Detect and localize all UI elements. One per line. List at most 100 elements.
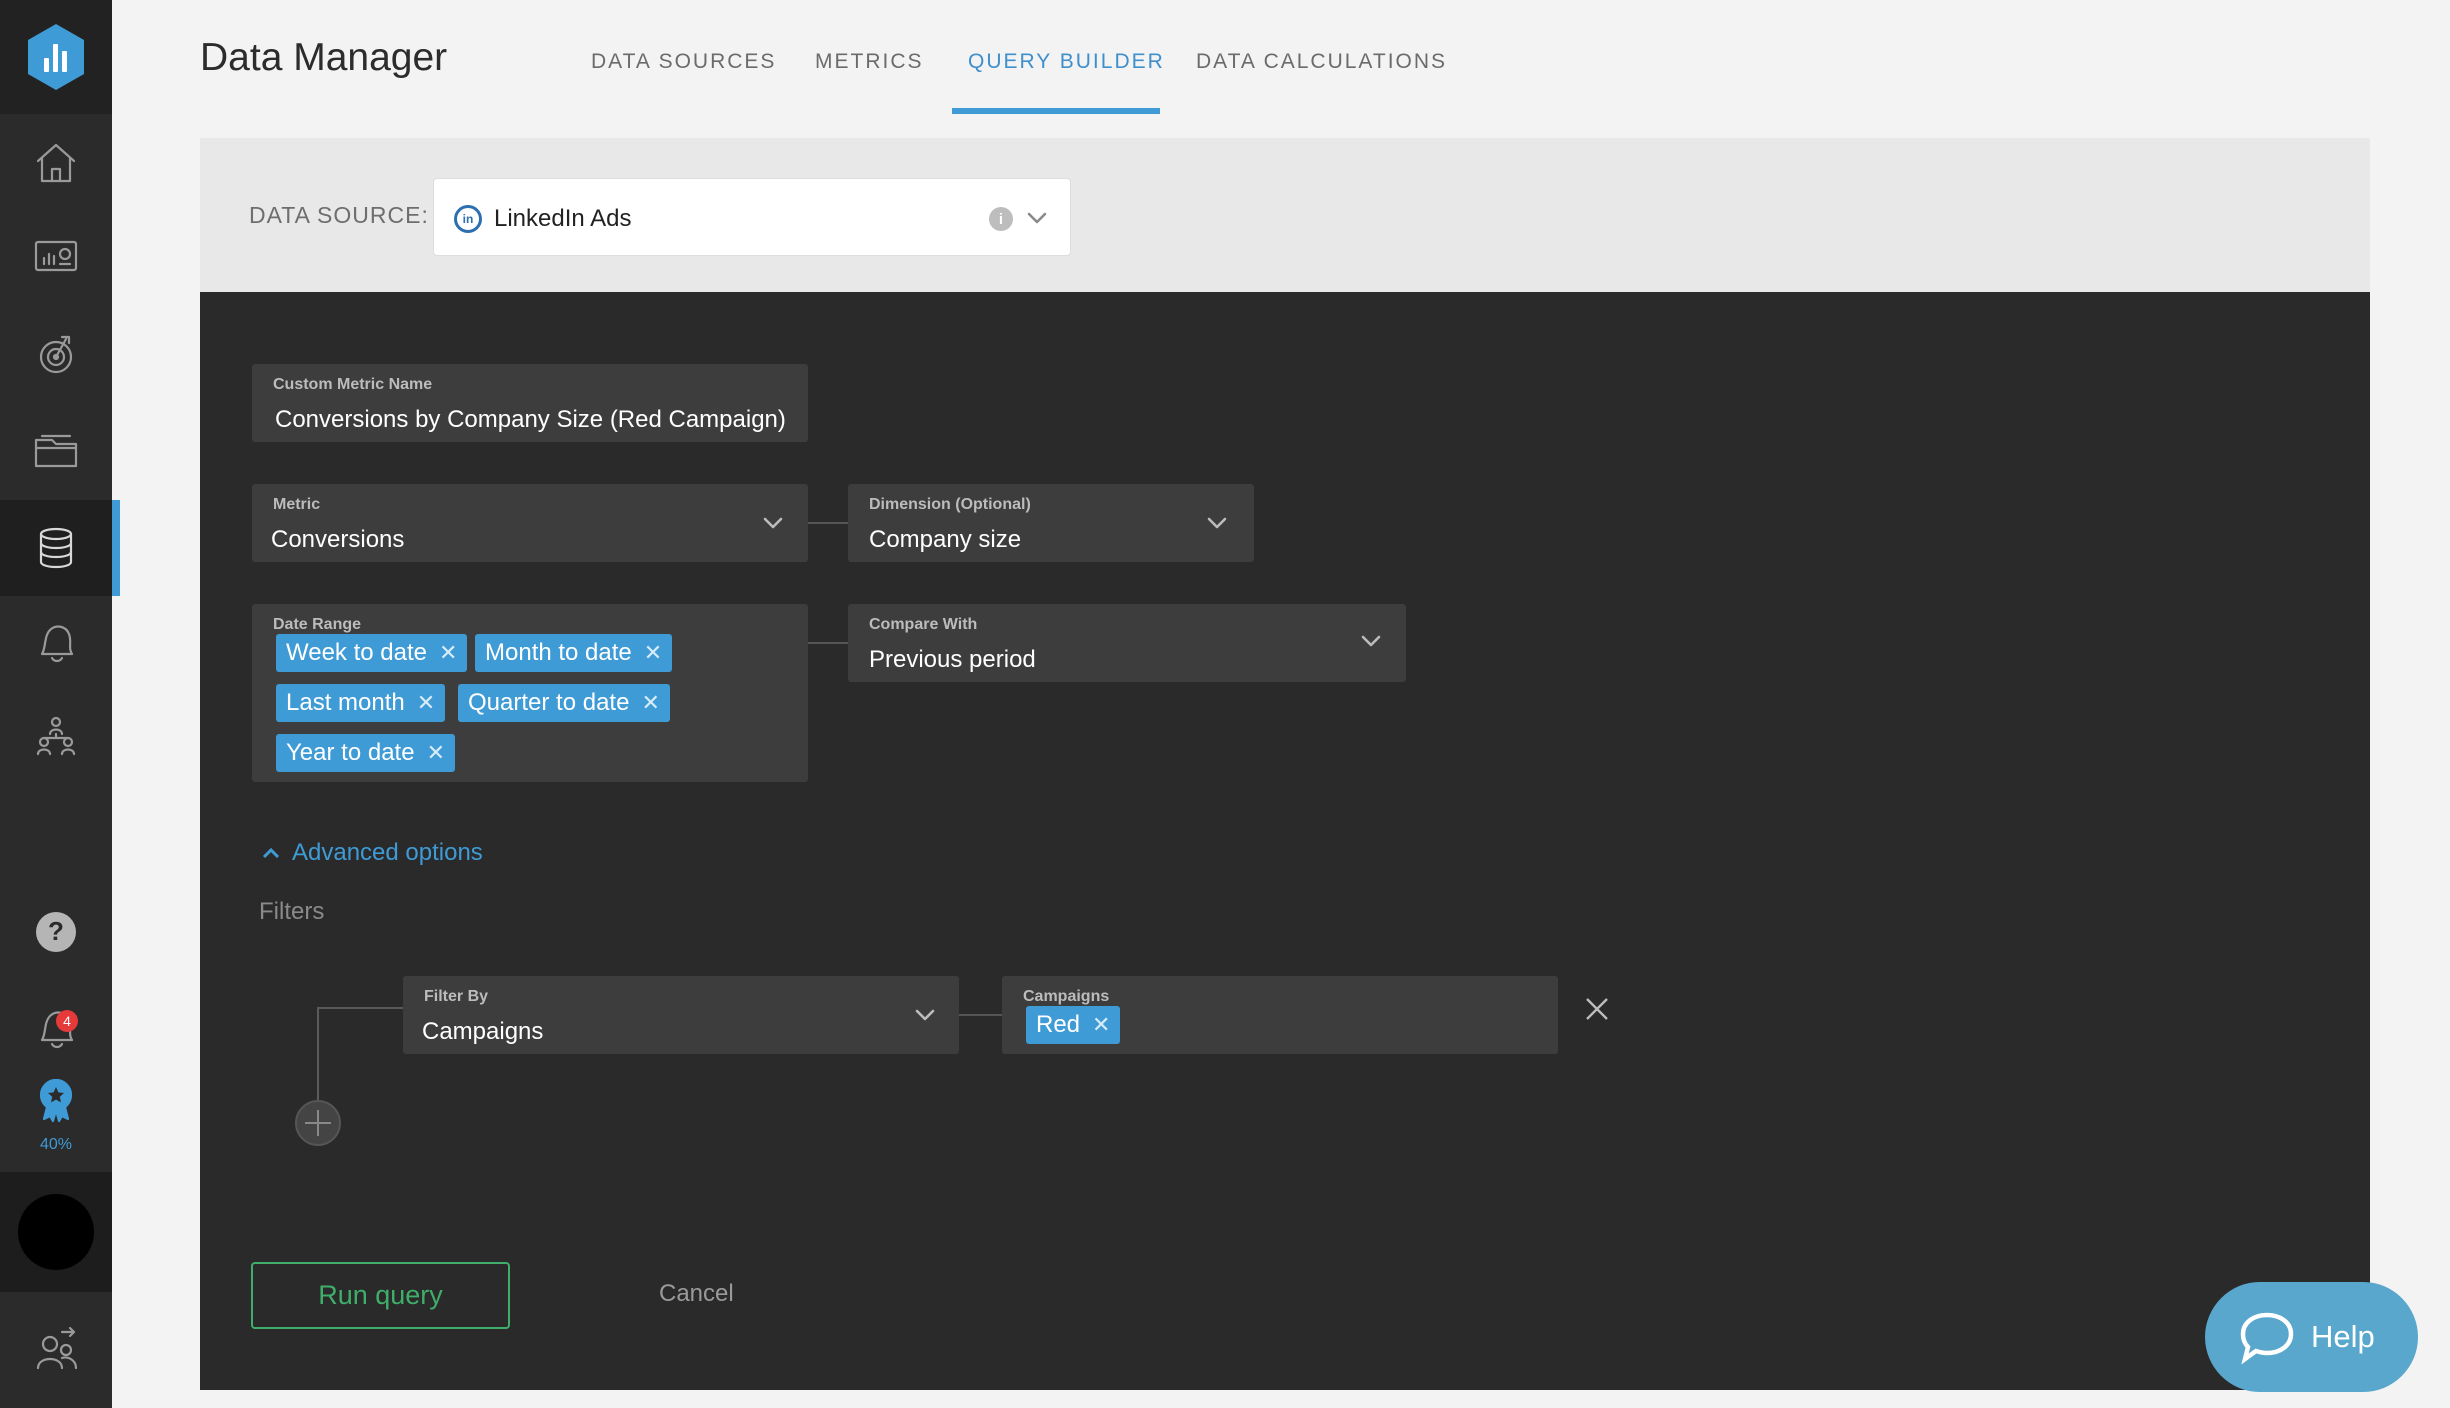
sidebar-item-team[interactable] <box>0 690 112 786</box>
info-icon[interactable]: i <box>989 207 1013 231</box>
remove-chip-icon[interactable]: ✕ <box>439 640 457 666</box>
chevron-down-icon <box>1358 628 1384 654</box>
filters-label: Filters <box>259 898 325 925</box>
date-range-select[interactable]: Date Range Week to date ✕ Month to date ✕ … <box>252 604 808 782</box>
compare-with-value: Previous period <box>869 646 1036 673</box>
remove-chip-icon[interactable]: ✕ <box>417 690 435 716</box>
chat-bubble-icon <box>2240 1312 2294 1365</box>
filter-by-select[interactable]: Filter By Campaigns <box>403 976 959 1054</box>
sidebar-item-home[interactable] <box>0 115 112 211</box>
chevron-down-icon <box>912 1002 938 1028</box>
campaigns-label: Campaigns <box>1023 988 1110 1005</box>
custom-metric-name-field[interactable]: Custom Metric Name Conversions by Compan… <box>252 364 808 442</box>
filter-tree-line <box>317 1007 319 1104</box>
notifications-button[interactable]: 4 <box>0 980 112 1076</box>
goals-icon <box>39 335 73 374</box>
home-icon <box>36 143 76 183</box>
question-icon: ? <box>36 912 76 952</box>
filter-tree-line <box>317 1007 403 1009</box>
help-center-button[interactable]: ? <box>0 884 112 980</box>
chip-label: Last month <box>286 689 405 716</box>
date-range-chip[interactable]: Month to date ✕ <box>475 634 673 672</box>
data-source-value: LinkedIn Ads <box>494 205 632 232</box>
help-label: Help <box>2311 1319 2375 1354</box>
add-filter-button[interactable] <box>295 1100 341 1146</box>
metric-value: Conversions <box>271 526 405 553</box>
dimension-select[interactable]: Dimension (Optional) Company size <box>848 484 1254 562</box>
remove-chip-icon[interactable]: ✕ <box>641 690 659 716</box>
plus-icon <box>305 1110 331 1136</box>
data-source-select[interactable]: in LinkedIn Ads i <box>433 178 1071 256</box>
linkedin-icon: in <box>454 205 482 233</box>
chip-label: Quarter to date <box>468 689 630 716</box>
data-source-label: DATA SOURCE: <box>249 202 429 228</box>
notification-count-badge: 4 <box>56 1010 78 1032</box>
campaign-chip[interactable]: Red ✕ <box>1026 1006 1121 1044</box>
date-range-chip[interactable]: Last month ✕ <box>276 684 446 722</box>
top-header: Data Manager DATA SOURCES METRICS QUERY … <box>112 0 2450 114</box>
sidebar-item-alerts[interactable] <box>0 594 112 690</box>
filter-by-value: Campaigns <box>422 1018 544 1045</box>
active-tab-indicator <box>952 108 1160 114</box>
badge-icon <box>39 1078 73 1123</box>
campaigns-select[interactable]: Campaigns Red ✕ <box>1002 976 1558 1054</box>
date-range-label: Date Range <box>273 616 362 633</box>
metric-select[interactable]: Metric Conversions <box>252 484 808 562</box>
custom-metric-name-label: Custom Metric Name <box>273 376 433 393</box>
connector-line <box>808 522 848 524</box>
sidebar-item-templates[interactable] <box>0 402 112 498</box>
query-builder-panel: Custom Metric Name Conversions by Compan… <box>200 292 2370 1390</box>
sidebar-item-data-manager[interactable] <box>0 500 120 596</box>
remove-chip-icon[interactable]: ✕ <box>1092 1012 1110 1038</box>
remove-filter-button[interactable] <box>1583 995 1611 1023</box>
tab-data-sources[interactable]: DATA SOURCES <box>591 50 776 74</box>
close-icon <box>1586 998 1608 1020</box>
connector-line <box>808 642 848 644</box>
filter-by-label: Filter By <box>424 988 489 1005</box>
help-widget-button[interactable]: Help <box>2205 1282 2418 1392</box>
remove-chip-icon[interactable]: ✕ <box>427 740 445 766</box>
run-query-button[interactable]: Run query <box>251 1262 510 1329</box>
date-range-chip[interactable]: Week to date ✕ <box>276 634 468 672</box>
sidebar: ? 4 40% <box>0 0 120 1408</box>
chip-label: Month to date <box>485 639 632 666</box>
sidebar-item-goals[interactable] <box>0 305 112 401</box>
tab-data-calculations[interactable]: DATA CALCULATIONS <box>1196 50 1447 74</box>
dimension-label: Dimension (Optional) <box>869 496 1031 513</box>
tab-query-builder[interactable]: QUERY BUILDER <box>968 50 1165 74</box>
chip-label: Year to date <box>286 739 415 766</box>
avatar[interactable] <box>18 1194 94 1270</box>
connector-line <box>959 1014 1002 1016</box>
chevron-down-icon <box>1027 212 1047 224</box>
date-range-chip[interactable]: Quarter to date ✕ <box>458 684 670 722</box>
dashboard-icon <box>34 240 78 272</box>
chevron-up-icon <box>262 847 280 859</box>
chevron-down-icon <box>760 510 786 536</box>
sidebar-item-dashboards[interactable] <box>0 208 112 304</box>
cancel-button[interactable]: Cancel <box>659 1280 734 1308</box>
logo-icon <box>28 24 84 90</box>
chip-label: Week to date <box>286 639 427 666</box>
compare-with-select[interactable]: Compare With Previous period <box>848 604 1406 682</box>
custom-metric-name-value: Conversions by Company Size (Red Campaig… <box>275 406 786 433</box>
compare-with-label: Compare With <box>869 616 978 633</box>
tab-metrics[interactable]: METRICS <box>815 50 924 74</box>
page-title: Data Manager <box>200 36 448 79</box>
team-icon <box>36 716 76 756</box>
switch-account-button[interactable] <box>0 1302 112 1398</box>
metric-label: Metric <box>273 496 321 513</box>
onboarding-progress[interactable] <box>0 1064 112 1134</box>
remove-chip-icon[interactable]: ✕ <box>644 640 662 666</box>
database-icon <box>39 527 73 569</box>
data-source-panel: DATA SOURCE: in LinkedIn Ads i <box>200 138 2370 292</box>
bell-icon <box>40 625 74 663</box>
date-range-chip[interactable]: Year to date ✕ <box>276 734 455 772</box>
folder-icon <box>34 434 78 468</box>
advanced-options-label: Advanced options <box>292 839 483 866</box>
logo[interactable] <box>0 0 112 114</box>
dimension-value: Company size <box>869 526 1022 553</box>
chevron-down-icon <box>1204 510 1230 536</box>
user-avatar-area[interactable] <box>0 1172 112 1292</box>
user-switch-icon <box>36 1326 78 1370</box>
advanced-options-toggle[interactable]: Advanced options <box>260 839 483 867</box>
